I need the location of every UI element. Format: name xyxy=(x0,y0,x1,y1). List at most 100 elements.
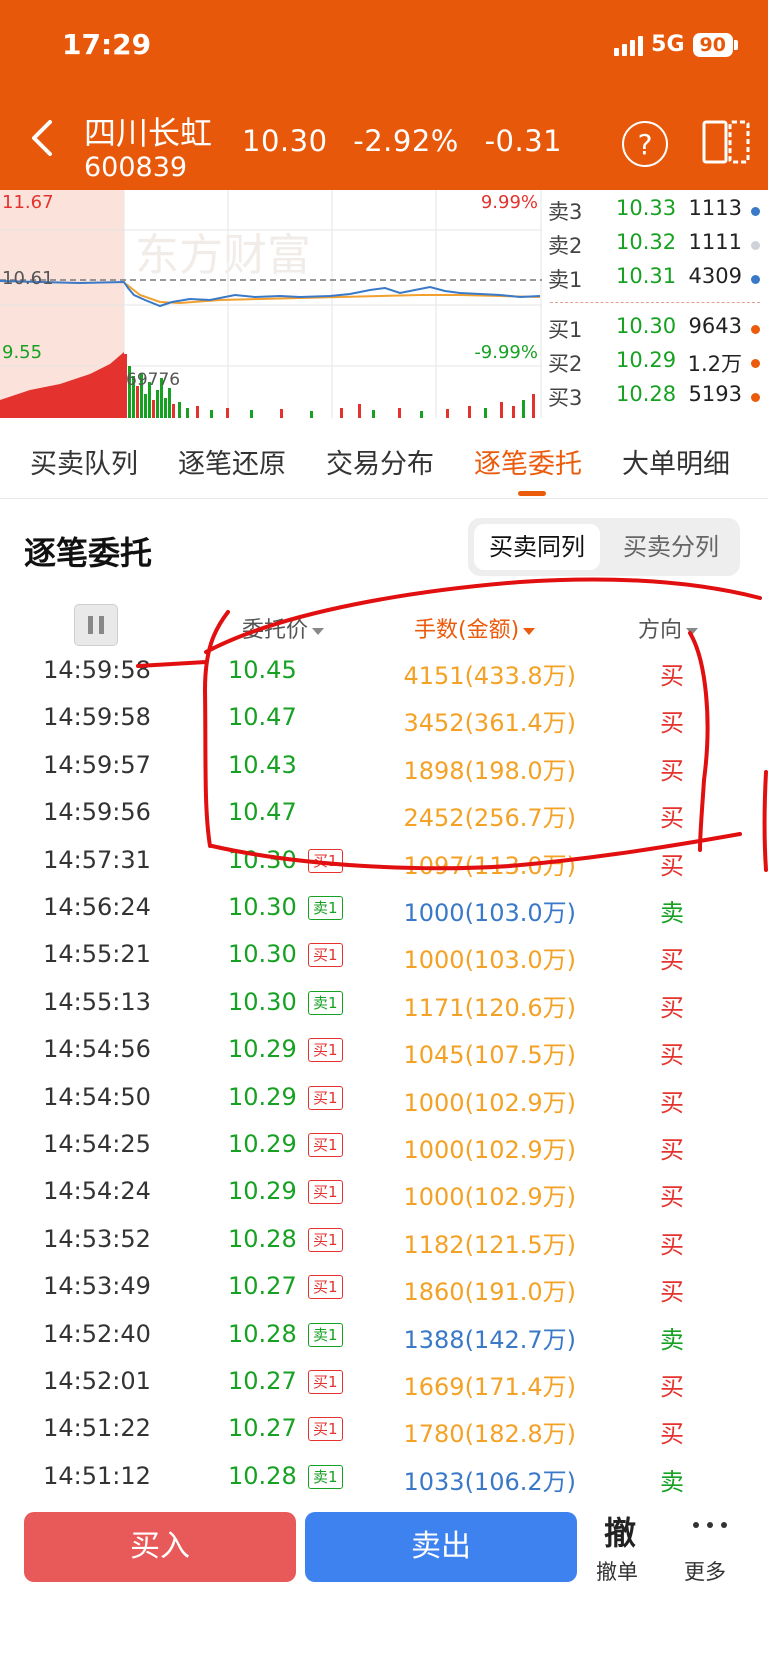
more-icon[interactable] xyxy=(693,1522,727,1528)
change-amount: -0.31 xyxy=(484,124,563,158)
battery-icon: 90 xyxy=(692,32,733,57)
table-row[interactable]: 14:53:49 10.27 买1 1860(191.0万) 买 xyxy=(0,1272,768,1319)
change-percent: -2.92% xyxy=(353,124,459,158)
row-amount: 1000(102.9万) xyxy=(403,1183,576,1212)
row-price: 10.27 xyxy=(228,1414,297,1443)
row-amount: 1000(103.0万) xyxy=(403,899,576,927)
orderbook-price: 10.30 xyxy=(616,314,677,338)
table-row[interactable]: 14:54:24 10.29 买1 1000(102.9万) 买 xyxy=(0,1177,768,1224)
orderbook-price: 10.31 xyxy=(616,264,677,288)
table-row[interactable]: 14:54:50 10.29 买1 1000(102.9万) 买 xyxy=(0,1083,768,1130)
layout-switch-icon[interactable] xyxy=(702,119,750,165)
volume-bars xyxy=(124,354,535,418)
row-level-badge: 买1 xyxy=(308,1227,343,1252)
table-row[interactable]: 14:55:21 10.30 买1 1000(103.0万) 买 xyxy=(0,940,768,987)
tab-trade-distribution[interactable]: 交易分布 xyxy=(326,442,434,481)
buy-button[interactable]: 买入 xyxy=(24,1512,296,1582)
back-icon[interactable] xyxy=(28,118,58,158)
orderbook-price: 10.28 xyxy=(616,382,677,406)
row-price: 10.29 xyxy=(228,1035,297,1064)
row-time: 14:59:56 xyxy=(43,798,151,827)
orderbook-dot xyxy=(751,359,760,368)
table-row[interactable]: 14:57:31 10.30 买1 1097(113.0万) 买 xyxy=(0,846,768,893)
table-row[interactable]: 14:55:13 10.30 卖1 1171(120.6万) 买 xyxy=(0,988,768,1035)
top-header: 17:29 5G 90 四川长虹 600839 10.30 -2.92% -0.… xyxy=(0,0,768,190)
row-amount: 1045(107.5万) xyxy=(403,1041,576,1070)
table-row[interactable]: 14:59:58 10.45 4151(433.8万) 买 xyxy=(0,656,768,703)
orderbook-volume: 1113 xyxy=(688,196,742,220)
more-button[interactable]: 更多 xyxy=(684,1556,726,1586)
row-direction: 买 xyxy=(660,804,684,833)
row-price: 10.30 xyxy=(228,893,297,921)
chart-svg: 东方财富 xyxy=(0,190,542,418)
price-line xyxy=(0,280,541,308)
tab-queue[interactable]: 买卖队列 xyxy=(30,442,138,481)
table-row[interactable]: 14:56:24 10.30 卖1 1000(103.0万) 卖 xyxy=(0,893,768,940)
order-book[interactable]: 卖3 10.33 1113 卖2 10.32 1111 卖1 10.31 430… xyxy=(544,190,768,418)
cancel-order-icon[interactable]: 撤 xyxy=(604,1508,636,1554)
table-row[interactable]: 14:54:56 10.29 买1 1045(107.5万) 买 xyxy=(0,1035,768,1082)
row-time: 14:59:58 xyxy=(43,703,151,732)
orderbook-volume: 1111 xyxy=(688,230,742,254)
chart-down-limit-label: -9.99% xyxy=(474,342,538,363)
row-level-badge: 买1 xyxy=(308,1275,343,1300)
row-amount: 1000(103.0万) xyxy=(403,946,576,975)
active-tab-indicator xyxy=(518,491,546,496)
column-amount[interactable]: 手数(金额) xyxy=(414,612,536,644)
row-level-badge: 卖1 xyxy=(308,1464,343,1489)
row-time: 14:52:40 xyxy=(43,1319,151,1348)
pause-icon[interactable] xyxy=(74,604,118,646)
orderbook-dot xyxy=(751,393,760,402)
orderbook-label: 卖3 xyxy=(548,200,583,224)
table-row[interactable]: 14:54:25 10.29 买1 1000(102.9万) 买 xyxy=(0,1130,768,1177)
orderbook-dot xyxy=(751,207,760,216)
battery-tip xyxy=(734,39,738,50)
sort-caret-icon xyxy=(523,627,536,635)
tab-tick-orders[interactable]: 逐笔委托 xyxy=(474,442,582,481)
row-direction: 买 xyxy=(660,1420,684,1449)
table-row[interactable]: 14:59:56 10.47 2452(256.7万) 买 xyxy=(0,798,768,845)
section-title: 逐笔委托 xyxy=(24,534,153,572)
table-row[interactable]: 14:53:52 10.28 买1 1182(121.5万) 买 xyxy=(0,1225,768,1272)
row-direction: 买 xyxy=(660,662,684,690)
column-direction-label: 方向 xyxy=(638,618,683,643)
table-row[interactable]: 14:51:22 10.27 买1 1780(182.8万) 买 xyxy=(0,1414,768,1461)
detail-tabs: 买卖队列 逐笔还原 交易分布 逐笔委托 大单明细 xyxy=(0,420,768,499)
row-amount: 1033(106.2万) xyxy=(403,1467,576,1496)
stock-code: 600839 xyxy=(84,152,188,183)
seg-split[interactable]: 买卖分列 xyxy=(608,524,734,570)
row-price: 10.30 xyxy=(228,987,297,1016)
row-direction: 买 xyxy=(660,1136,684,1164)
table-row[interactable]: 14:52:01 10.27 买1 1669(171.4万) 买 xyxy=(0,1367,768,1414)
orderbook-volume: 1.2万 xyxy=(687,352,742,376)
help-icon[interactable]: ? xyxy=(622,121,668,167)
orderbook-row-sell3: 卖3 10.33 1113 xyxy=(544,196,768,226)
orderbook-price: 10.29 xyxy=(616,348,677,372)
tab-tick-restore[interactable]: 逐笔还原 xyxy=(178,442,286,481)
row-price: 10.28 xyxy=(228,1461,297,1490)
row-direction: 买 xyxy=(660,851,684,880)
column-direction[interactable]: 方向 xyxy=(638,612,699,644)
column-price[interactable]: 委托价 xyxy=(242,612,325,644)
row-price: 10.29 xyxy=(228,1082,297,1111)
intraday-chart[interactable]: 东方财富 11.67 10.61 9.55 9.99% -9.99% 69776 xyxy=(0,190,542,418)
table-row[interactable]: 14:59:57 10.43 1898(198.0万) 买 xyxy=(0,751,768,798)
orderbook-label: 买1 xyxy=(548,318,583,342)
row-price: 10.43 xyxy=(228,750,297,779)
row-time: 14:59:57 xyxy=(43,750,151,779)
orderbook-row-sell2: 卖2 10.32 1111 xyxy=(544,230,768,260)
seg-combined[interactable]: 买卖同列 xyxy=(474,524,600,570)
current-price: 10.30 xyxy=(242,124,328,158)
row-amount: 1182(121.5万) xyxy=(403,1230,576,1259)
cancel-order-button[interactable]: 撤单 xyxy=(596,1556,638,1586)
row-price: 10.30 xyxy=(228,845,297,874)
tab-large-orders[interactable]: 大单明细 xyxy=(622,442,730,481)
table-row[interactable]: 14:59:58 10.47 3452(361.4万) 买 xyxy=(0,703,768,750)
sell-button[interactable]: 卖出 xyxy=(305,1512,577,1582)
row-time: 14:55:21 xyxy=(43,940,151,969)
row-level-badge: 买1 xyxy=(308,943,343,968)
table-row[interactable]: 14:52:40 10.28 卖1 1388(142.7万) 卖 xyxy=(0,1320,768,1367)
row-direction: 买 xyxy=(660,1373,684,1401)
row-direction: 买 xyxy=(660,946,684,975)
row-level-badge: 买1 xyxy=(308,1180,343,1205)
